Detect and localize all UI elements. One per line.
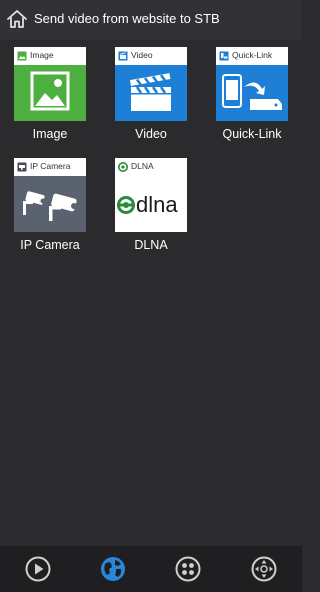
- image-small-icon: [17, 51, 27, 61]
- tile-ip-camera[interactable]: IP Camera: [14, 158, 86, 232]
- tile-body: [14, 176, 86, 232]
- tile-header-label: Video: [131, 50, 153, 60]
- tile-header: DLNA: [115, 158, 187, 176]
- dlna-logo-icon: dlna: [117, 192, 178, 217]
- app-screen: Send video from website to STB Image Ima…: [0, 0, 302, 592]
- phone-to-stb-icon: [222, 74, 282, 110]
- tile-body: [14, 65, 86, 121]
- tile-video[interactable]: Video: [115, 47, 187, 121]
- tile-header: IP Camera: [14, 158, 86, 176]
- clapperboard-icon: [129, 73, 171, 111]
- dpad-icon[interactable]: [250, 555, 278, 583]
- tile-ip-camera-label[interactable]: IP Camera: [5, 238, 95, 252]
- tile-header: Quick-Link: [216, 47, 288, 65]
- page-title: Send video from website to STB: [34, 11, 220, 26]
- tile-header-label: IP Camera: [30, 161, 71, 171]
- tile-dlna-label[interactable]: DLNA: [106, 238, 196, 252]
- video-small-icon: [118, 51, 128, 61]
- tile-header-label: Quick-Link: [232, 50, 273, 60]
- home-icon[interactable]: [6, 8, 28, 30]
- tile-quick-link-label[interactable]: Quick-Link: [207, 127, 297, 141]
- tile-header-label: DLNA: [131, 161, 154, 171]
- bottom-nav-bar: [0, 546, 302, 592]
- quick-link-small-icon: [219, 51, 229, 61]
- tile-image[interactable]: Image: [14, 47, 86, 121]
- tile-video-label[interactable]: Video: [106, 127, 196, 141]
- tile-header-label: Image: [30, 50, 54, 60]
- tile-header: Image: [14, 47, 86, 65]
- grid-dots-icon[interactable]: [174, 555, 202, 583]
- header-bar: Send video from website to STB: [0, 0, 302, 40]
- dlna-logo-text: dlna: [136, 192, 178, 217]
- tile-dlna[interactable]: DLNA dlna: [115, 158, 187, 232]
- image-icon: [30, 71, 70, 111]
- play-icon[interactable]: [24, 555, 52, 583]
- ip-camera-small-icon: [17, 162, 27, 172]
- cctv-camera-icon: [23, 191, 77, 221]
- tile-image-label[interactable]: Image: [5, 127, 95, 141]
- tile-body: dlna: [115, 176, 187, 232]
- globe-icon[interactable]: [99, 555, 127, 583]
- tile-quick-link[interactable]: Quick-Link: [216, 47, 288, 121]
- dlna-small-icon: [118, 162, 128, 172]
- tile-header: Video: [115, 47, 187, 65]
- tile-body: [115, 65, 187, 121]
- tile-body: [216, 65, 288, 121]
